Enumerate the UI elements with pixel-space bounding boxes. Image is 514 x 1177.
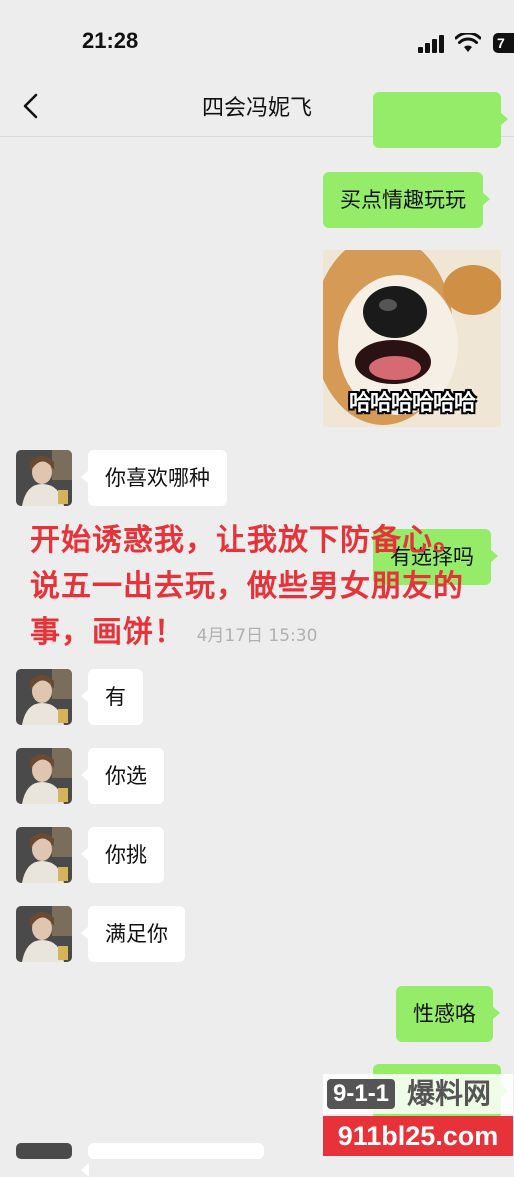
- watermark-badge: 9-1-1: [327, 1079, 396, 1109]
- contact-avatar[interactable]: [16, 450, 72, 506]
- message-bubble-incoming[interactable]: 满足你: [81, 906, 185, 962]
- message-bubble-incoming[interactable]: 你选: [81, 748, 164, 804]
- contact-avatar[interactable]: [16, 669, 72, 725]
- dog-sticker-image[interactable]: 哈哈哈哈哈哈: [323, 250, 501, 427]
- contact-avatar[interactable]: [16, 906, 72, 962]
- sticker-caption: 哈哈哈哈哈哈: [348, 391, 476, 416]
- message-bubble-incoming[interactable]: 你挑: [81, 827, 164, 883]
- status-bar: 21:28 7: [0, 0, 514, 80]
- wifi-icon: [455, 33, 481, 52]
- contact-avatar[interactable]: [16, 748, 72, 804]
- message-bubble-outgoing[interactable]: 买点情趣玩玩: [323, 172, 490, 228]
- watermark-url: 911bl25.com: [323, 1116, 513, 1156]
- clock: 21:28: [82, 28, 139, 53]
- battery-level: 7: [497, 35, 505, 51]
- message-bubble-partial[interactable]: [81, 1143, 264, 1177]
- contact-avatar[interactable]: [16, 1143, 72, 1159]
- watermark-logo: 9-1-1 爆料网 911bl25.com: [323, 1074, 513, 1156]
- message-bubble-outgoing[interactable]: 性感咯: [396, 986, 500, 1042]
- contact-avatar[interactable]: [16, 827, 72, 883]
- annotation-overlay-text: 开始诱惑我，让我放下防备心。说五一出去玩，做些男女朋友的事，画饼！: [30, 523, 464, 650]
- cellular-signal-icon: [418, 35, 446, 53]
- battery-icon: 7: [493, 33, 514, 53]
- message-bubble-partial[interactable]: [373, 92, 508, 148]
- message-bubble-incoming[interactable]: 你喜欢哪种: [81, 450, 227, 506]
- message-bubble-incoming[interactable]: 有: [81, 669, 143, 725]
- watermark-name: 爆料网: [407, 1077, 492, 1110]
